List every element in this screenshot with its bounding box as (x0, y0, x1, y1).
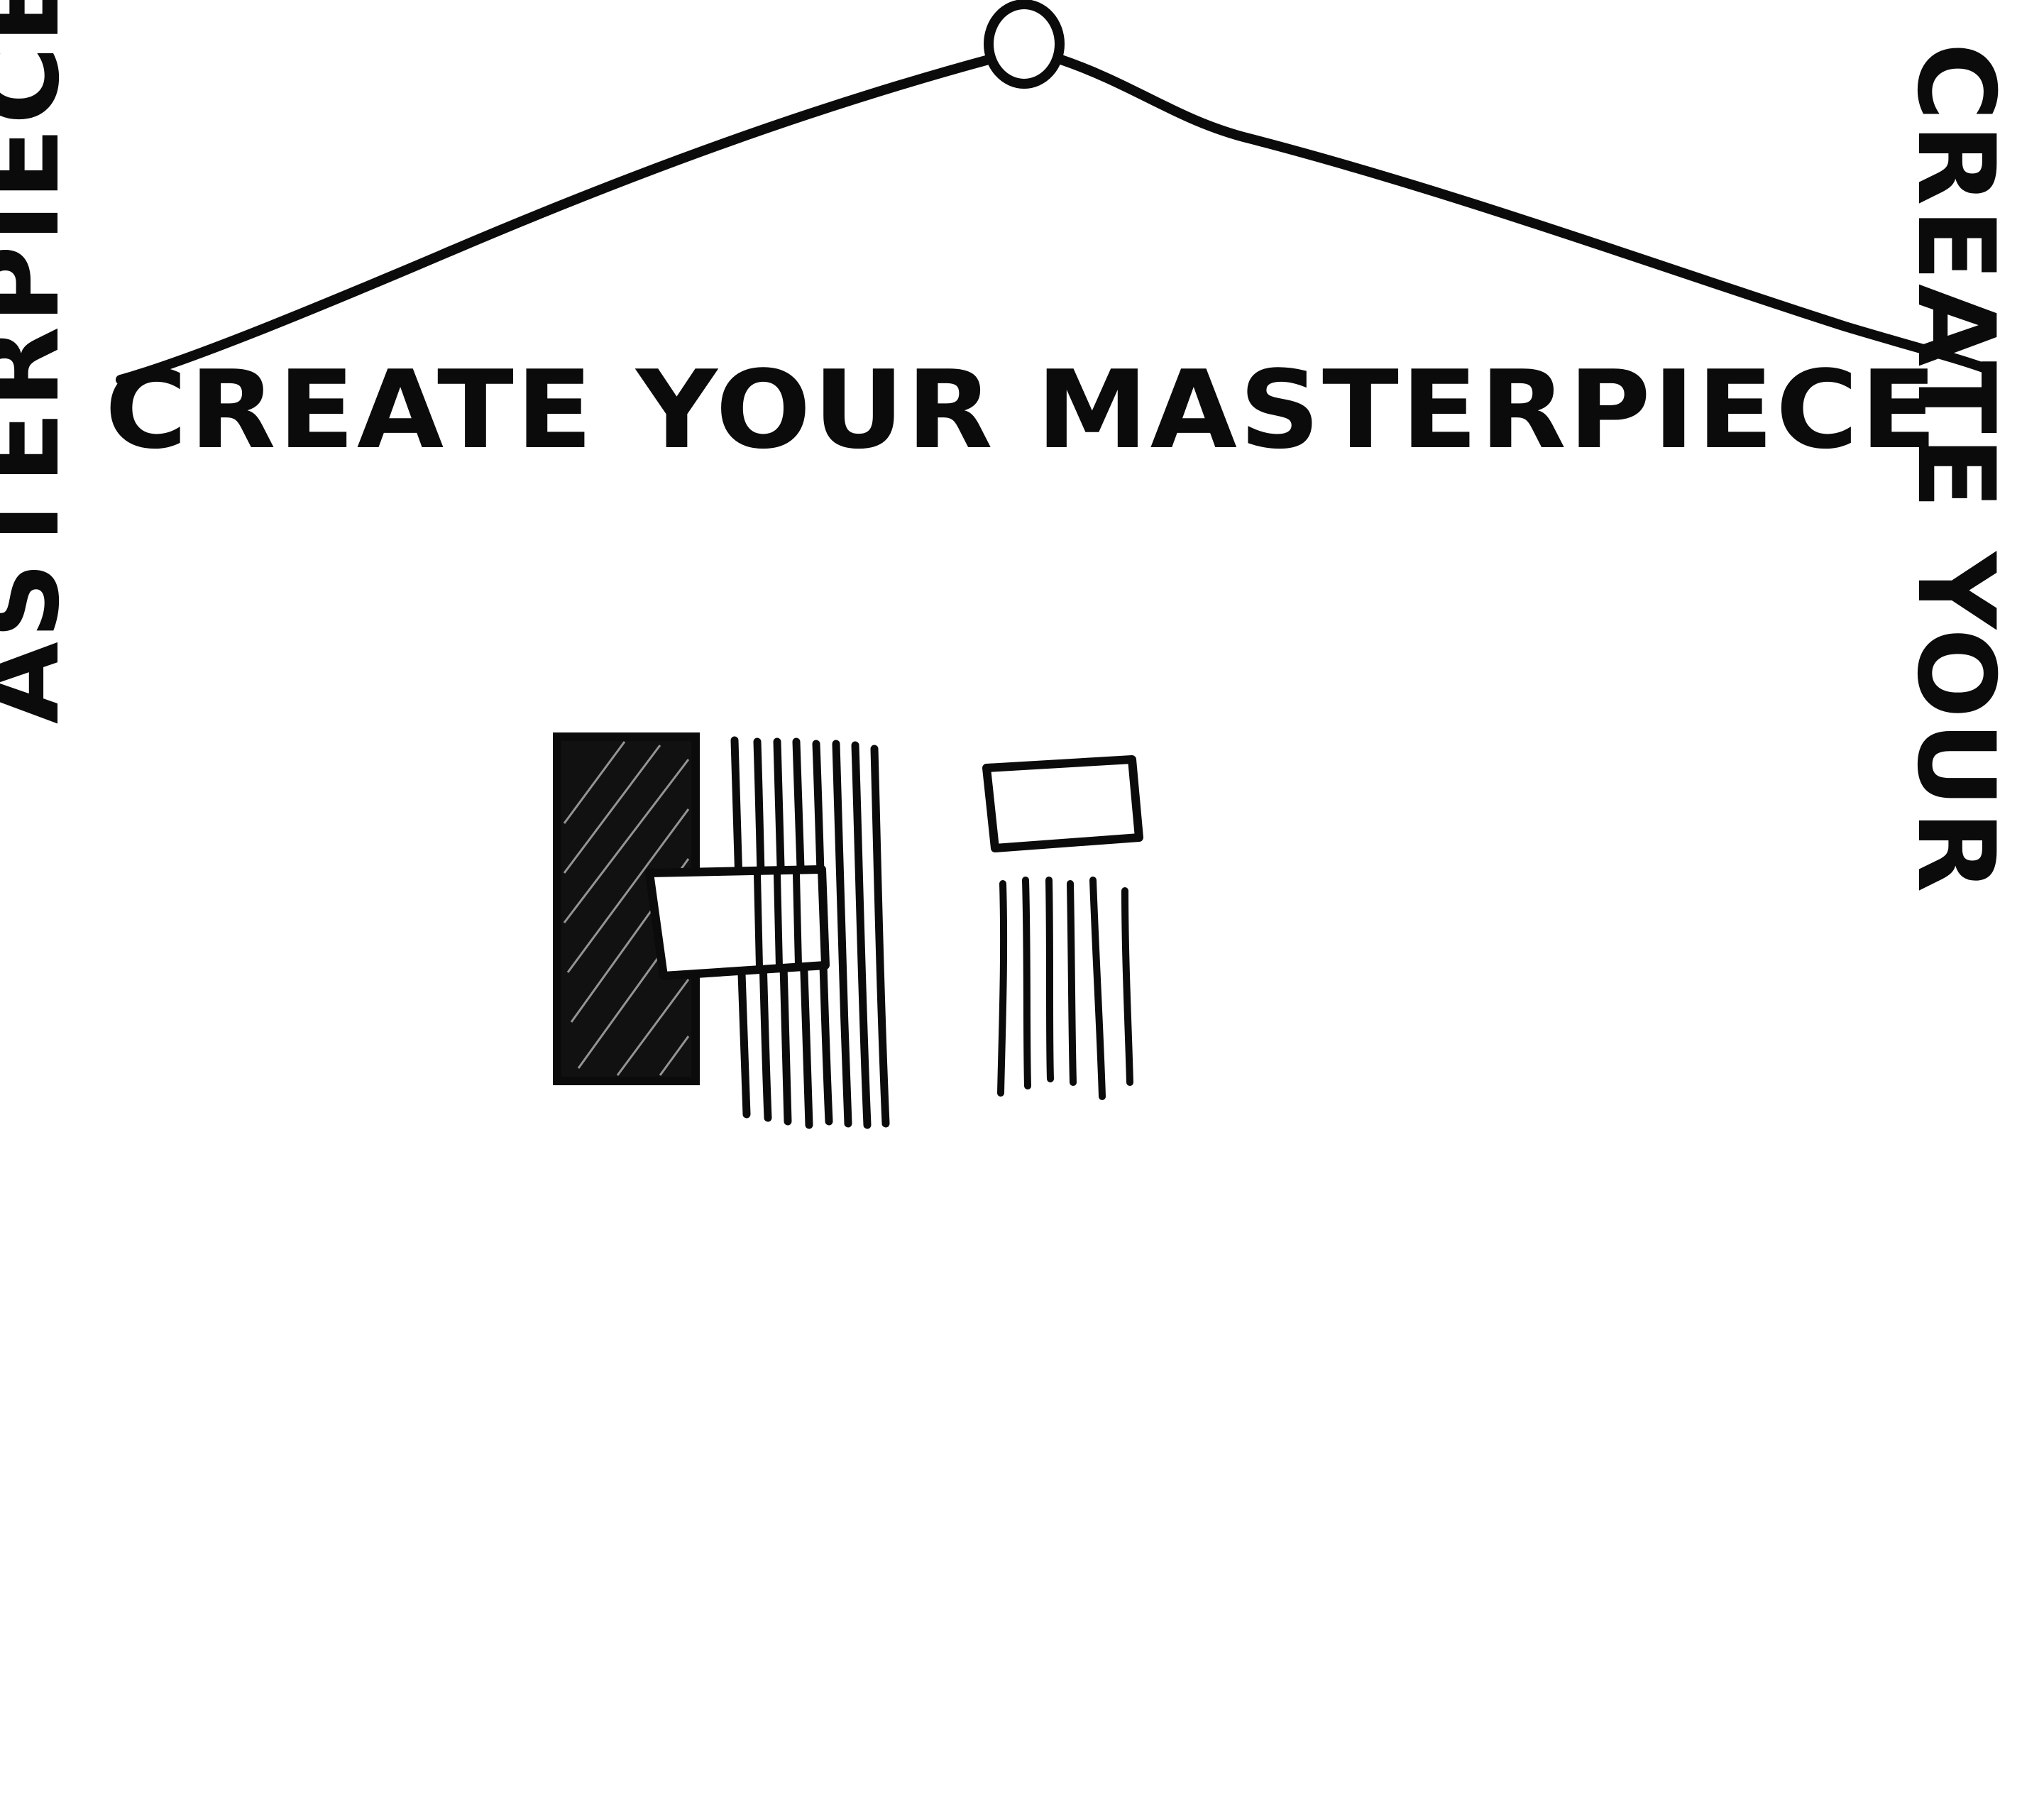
hanger-drawing (116, 0, 1992, 1129)
hanging-string-left (116, 55, 994, 385)
hanging-string-right (1056, 55, 1992, 374)
sketch-canvas: CREATE YOUR MASTERPIECE ASTERPIECE CREAT… (0, 0, 2044, 1278)
banner-top-text: CREATE YOUR MASTERPIECE (104, 347, 1940, 473)
nail-loop (984, 0, 1065, 89)
vertical-lines-right (997, 877, 1133, 1100)
banner-left-text: ASTERPIECE (0, 0, 83, 725)
small-rectangle (982, 755, 1143, 852)
banner-right-text: CREATE YOUR (1894, 43, 2017, 896)
